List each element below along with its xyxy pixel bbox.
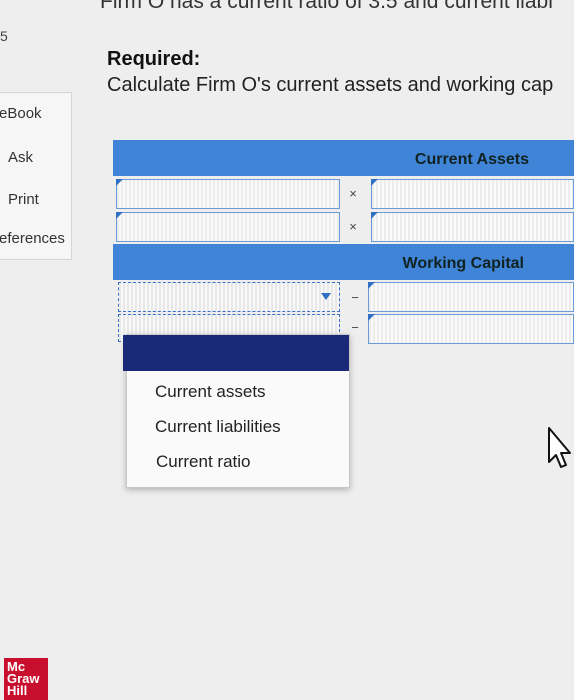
dropdown-menu: Current assets Current liabilities Curre… <box>123 334 350 488</box>
question-intro-text: Firm O has a current ratio of 3.5 and cu… <box>100 0 553 13</box>
mouse-cursor-icon <box>548 427 571 468</box>
current-assets-row2-value-input[interactable] <box>371 212 574 242</box>
working-capital-row1-select[interactable] <box>118 282 340 312</box>
current-assets-header-label: Current Assets <box>414 151 529 168</box>
mcgraw-hill-logo: Mc Graw Hill <box>4 658 48 700</box>
dropdown-option-blank-selected[interactable] <box>123 335 349 371</box>
chevron-down-icon <box>321 293 331 300</box>
flag-marker <box>371 212 378 219</box>
flag-marker <box>116 179 123 186</box>
current-assets-row1-value-input[interactable] <box>371 179 574 209</box>
working-capital-row2-value-input[interactable] <box>368 314 574 344</box>
current-assets-row2-label-input[interactable] <box>116 212 340 242</box>
sidebar-item-ebook[interactable]: eBook <box>0 105 71 122</box>
dropdown-option-current-assets[interactable]: Current assets <box>155 382 266 402</box>
multiply-operator-icon: × <box>349 186 357 201</box>
current-assets-header: Current Assets <box>113 140 574 176</box>
flag-marker <box>371 179 378 186</box>
current-assets-row1-label-input[interactable] <box>116 179 340 209</box>
logo-line-3: Hill <box>7 683 28 698</box>
working-capital-header-label: Working Capital <box>402 255 525 272</box>
required-label: Required: <box>107 48 201 70</box>
sidebar-item-ask[interactable]: Ask <box>8 149 80 166</box>
working-capital-header: Working Capital <box>113 244 574 280</box>
dropdown-option-current-liabilities[interactable]: Current liabilities <box>155 417 281 437</box>
nav-marker: 5 <box>0 28 8 44</box>
minus-operator-icon: − <box>351 320 359 335</box>
dropdown-option-current-ratio[interactable]: Current ratio <box>156 452 250 472</box>
sidebar-item-references[interactable]: eferences <box>0 230 71 247</box>
flag-marker <box>368 282 375 289</box>
question-text: Calculate Firm O's current assets and wo… <box>107 74 554 96</box>
working-capital-row1-value-input[interactable] <box>368 282 574 312</box>
minus-operator-icon: − <box>351 290 359 305</box>
sidebar: eBook Ask Print eferences <box>0 92 72 260</box>
flag-marker <box>116 212 123 219</box>
sidebar-item-print[interactable]: Print <box>8 191 80 208</box>
flag-marker <box>368 314 375 321</box>
multiply-operator-icon: × <box>349 219 357 234</box>
